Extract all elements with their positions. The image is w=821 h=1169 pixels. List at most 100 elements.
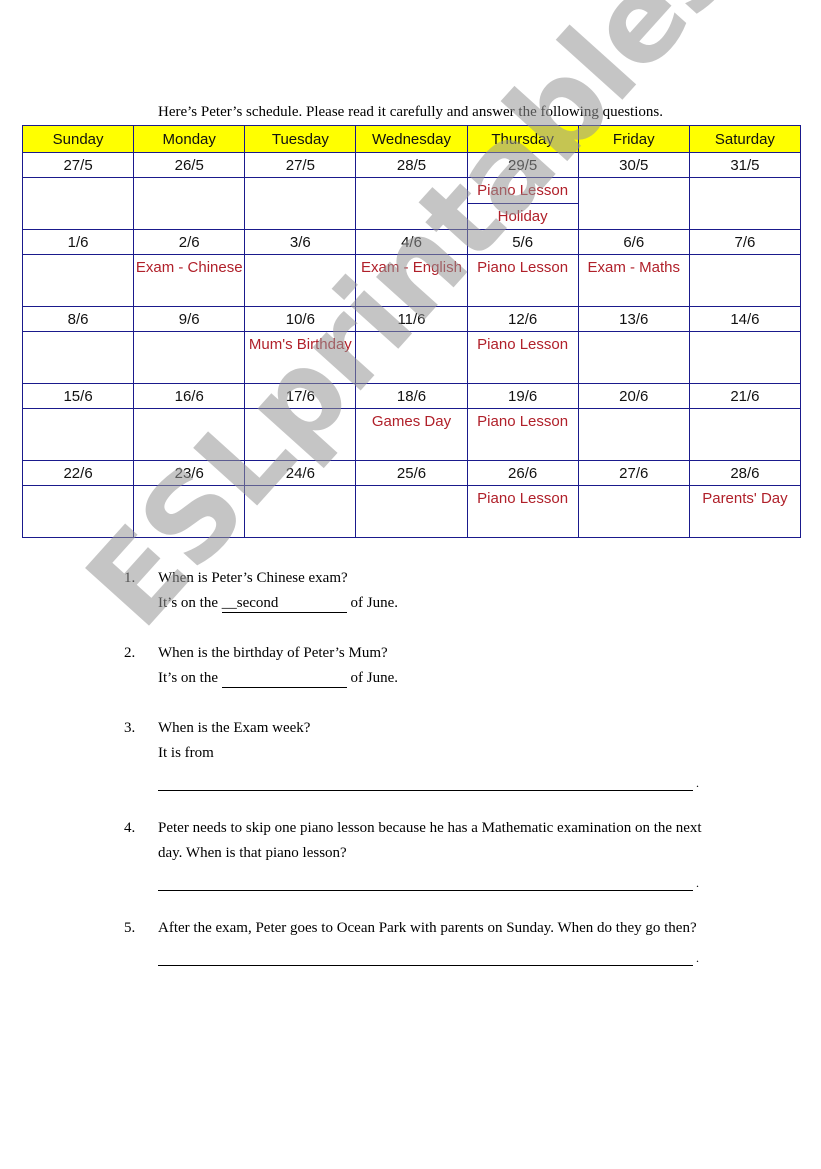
question-1: 1. When is Peter’s Chinese exam? It’s on… [124,566,704,616]
date-cell: 27/5 [21,152,135,178]
event-cell: Parents' Day [688,485,802,538]
question-3: 3. When is the Exam week? It is from [124,716,704,796]
question-text: Peter needs to skip one piano lesson bec… [158,820,702,861]
date-row: 15/6 16/6 17/6 18/6 19/6 20/6 21/6 [21,383,802,409]
date-cell: 27/5 [244,152,357,178]
event-cell [577,408,690,461]
date-cell: 2/6 [133,229,246,255]
event-cell [21,408,135,461]
answer-blank[interactable] [221,669,347,688]
event-cell [355,485,468,538]
question-text: After the exam, Peter goes to Ocean Park… [158,920,697,936]
date-cell: 10/6 [244,306,357,332]
date-cell: 30/5 [577,152,690,178]
event-cell [688,408,802,461]
date-cell: 26/5 [133,152,246,178]
answer-suffix: of June. [350,595,399,611]
date-cell: 16/6 [133,383,246,409]
event-cell [21,177,135,230]
answer-suffix: of June. [350,670,399,686]
question-number: 4. [124,820,136,836]
event-cell [133,485,246,538]
event-cell: Exam - English [355,254,468,307]
event-cell [244,254,357,307]
question-number: 1. [124,570,136,586]
event-cell [21,254,135,307]
answer-line[interactable] [158,866,699,896]
answer-line[interactable] [158,766,699,796]
date-cell: 9/6 [133,306,246,332]
date-cell: 21/6 [688,383,802,409]
event-cell [355,331,468,384]
date-cell: 14/6 [688,306,802,332]
schedule-table: Sunday Monday Tuesday Wednesday Thursday Frid… [21,125,802,538]
event-cell [577,331,690,384]
date-cell: 1/6 [21,229,135,255]
event-cell: Piano Lesson [466,254,579,307]
date-cell: 15/6 [21,383,135,409]
answer-prefix: It’s on the [158,670,218,686]
date-cell: 28/6 [688,460,802,486]
date-cell: 6/6 [577,229,690,255]
answer-blank[interactable]: __second [221,594,347,613]
question-4: 4. Peter needs to skip one piano lesson … [124,816,704,896]
question-2: 2. When is the birthday of Peter’s Mum? … [124,641,704,691]
weekday-header-friday: Friday [577,125,690,153]
event-cell [688,331,802,384]
event-cell [577,485,690,538]
date-cell: 24/6 [244,460,357,486]
weekday-header-sunday: Sunday [21,125,135,153]
weekday-header-thursday: Thursday [466,125,579,153]
weekday-header-monday: Monday [133,125,246,153]
question-text: When is Peter’s Chinese exam? [158,570,348,586]
answer-value: __second [221,595,279,611]
event-cell: Piano Lesson [466,331,579,384]
weekday-header-wednesday: Wednesday [355,125,468,153]
question-number: 5. [124,920,136,936]
date-cell: 26/6 [466,460,579,486]
event-cell [21,331,135,384]
answer-line[interactable] [158,941,699,971]
event-cell: Exam - Maths [577,254,690,307]
weekday-header-saturday: Saturday [688,125,802,153]
answer-prefix: It’s on the [158,595,218,611]
date-row: 1/6 2/6 3/6 4/6 5/6 6/6 7/6 [21,229,802,255]
event-cell [21,485,135,538]
date-cell: 29/5 [466,152,579,178]
date-row: 27/5 26/5 27/5 28/5 29/5 30/5 31/5 [21,152,802,178]
date-cell: 17/6 [244,383,357,409]
event-cell [133,177,246,230]
event-cell: Piano Lesson [466,408,579,461]
date-cell: 12/6 [466,306,579,332]
date-cell: 22/6 [21,460,135,486]
date-cell: 18/6 [355,383,468,409]
date-cell: 19/6 [466,383,579,409]
date-cell: 27/6 [577,460,690,486]
weekday-header-tuesday: Tuesday [244,125,357,153]
question-text: When is the birthday of Peter’s Mum? [158,645,388,661]
event-row: Games Day Piano Lesson [21,408,802,461]
question-number: 3. [124,720,136,736]
event-cell [133,331,246,384]
event-item: Piano Lesson [467,178,578,204]
question-text: When is the Exam week? [158,720,311,736]
date-cell: 31/5 [688,152,802,178]
event-cell [577,177,690,230]
event-row: Mum's Birthday Piano Lesson [21,331,802,384]
event-cell [244,408,357,461]
event-cell [133,408,246,461]
event-cell [244,485,357,538]
event-cell: Piano Lesson Holiday [466,177,579,230]
date-cell: 28/5 [355,152,468,178]
date-cell: 23/6 [133,460,246,486]
instructions: Here’s Peter’s schedule. Please read it … [158,104,663,120]
event-cell: Piano Lesson [466,485,579,538]
date-cell: 20/6 [577,383,690,409]
date-cell: 8/6 [21,306,135,332]
event-cell [244,177,357,230]
date-cell: 25/6 [355,460,468,486]
weekday-header-row: Sunday Monday Tuesday Wednesday Thursday Frid… [21,125,802,153]
date-row: 8/6 9/6 10/6 11/6 12/6 13/6 14/6 [21,306,802,332]
question-number: 2. [124,645,136,661]
question-5: 5. After the exam, Peter goes to Ocean P… [124,916,704,971]
